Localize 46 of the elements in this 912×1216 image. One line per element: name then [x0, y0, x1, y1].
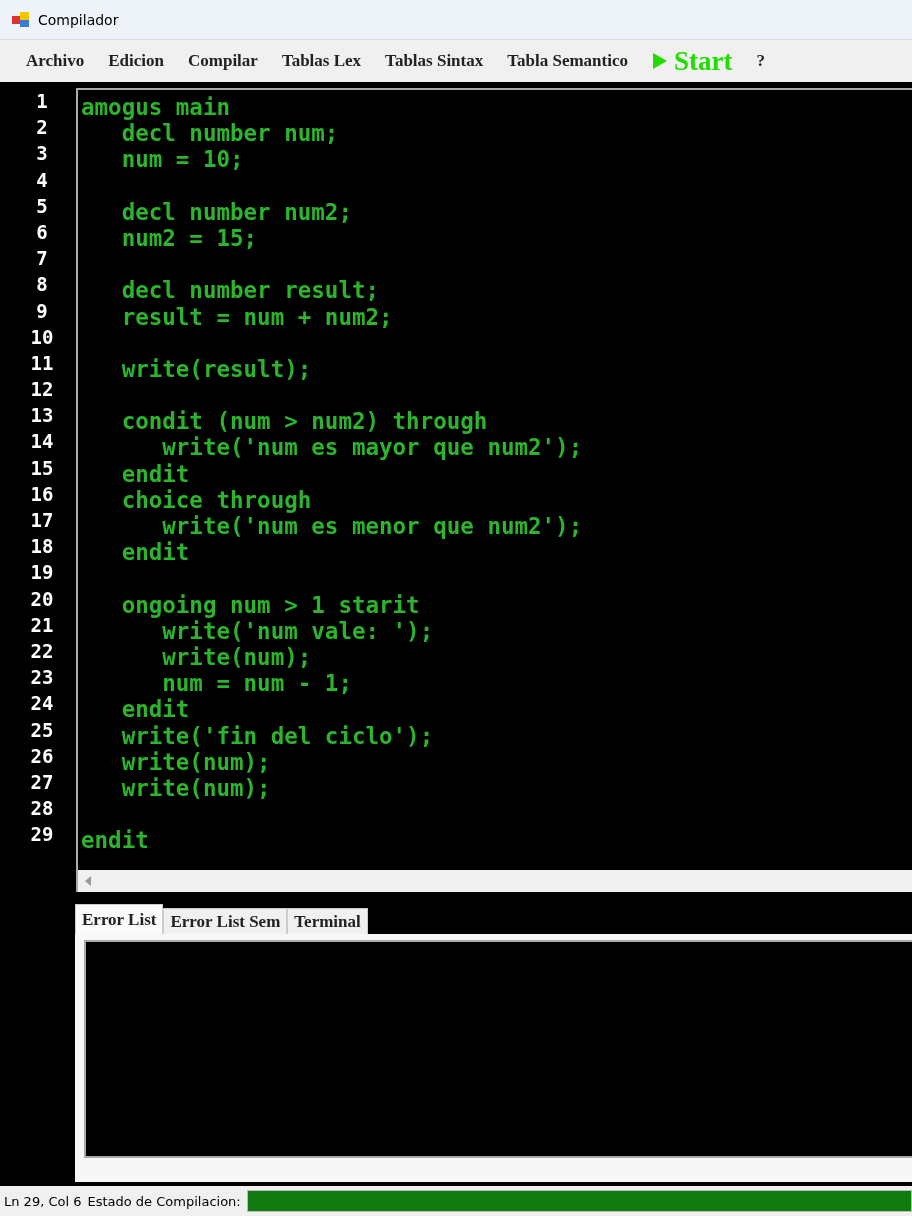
line-number: 4 — [35, 167, 49, 193]
line-number: 26 — [29, 743, 55, 769]
line-number: 12 — [29, 377, 55, 403]
status-label: Estado de Compilacion: — [87, 1193, 241, 1209]
app-icon — [12, 11, 30, 28]
line-number: 9 — [35, 298, 49, 324]
line-number: 20 — [29, 586, 55, 612]
line-number: 21 — [29, 612, 55, 638]
play-icon — [652, 52, 668, 70]
line-number: 7 — [35, 246, 49, 272]
line-number: 8 — [35, 272, 49, 298]
cursor-position: Ln 29, Col 6 — [4, 1193, 82, 1209]
line-number: 3 — [35, 141, 49, 167]
line-number: 18 — [29, 534, 55, 560]
line-number: 16 — [29, 481, 55, 507]
line-number: 27 — [29, 769, 55, 795]
menu-item[interactable]: Tabla Semantico — [495, 47, 640, 75]
tab[interactable]: Terminal — [287, 908, 368, 934]
line-number: 11 — [29, 350, 55, 376]
menu-item[interactable]: ? — [744, 47, 777, 75]
menu-item[interactable]: Edicion — [96, 47, 176, 75]
window-title: Compilador — [38, 11, 119, 28]
line-number: 17 — [29, 508, 55, 533]
line-number: 10 — [29, 324, 55, 350]
line-number: 25 — [29, 717, 55, 743]
scroll-left-icon[interactable] — [84, 876, 92, 886]
line-number: 28 — [29, 796, 55, 822]
line-number: 14 — [29, 429, 55, 455]
tab[interactable]: Error List Sem — [163, 908, 288, 934]
line-number: 1 — [35, 89, 49, 114]
line-number: 22 — [29, 638, 55, 664]
menu-item[interactable]: Compilar — [176, 47, 270, 75]
line-number: 19 — [29, 560, 55, 586]
line-number: 29 — [29, 822, 55, 848]
line-number: 24 — [29, 691, 55, 717]
line-number: 2 — [35, 115, 49, 141]
menu-item[interactable]: Tablas Lex — [269, 47, 374, 75]
line-number: 23 — [29, 665, 55, 691]
menu-item[interactable]: Tablas Sintax — [373, 47, 496, 75]
menu-item[interactable]: Archivo — [14, 47, 97, 75]
line-number: 5 — [35, 193, 49, 219]
line-number: 13 — [29, 403, 55, 429]
line-number: 6 — [35, 219, 49, 245]
line-number: 15 — [29, 455, 55, 481]
tab[interactable]: Error List — [75, 904, 164, 934]
horizontal-scrollbar[interactable] — [78, 870, 912, 892]
